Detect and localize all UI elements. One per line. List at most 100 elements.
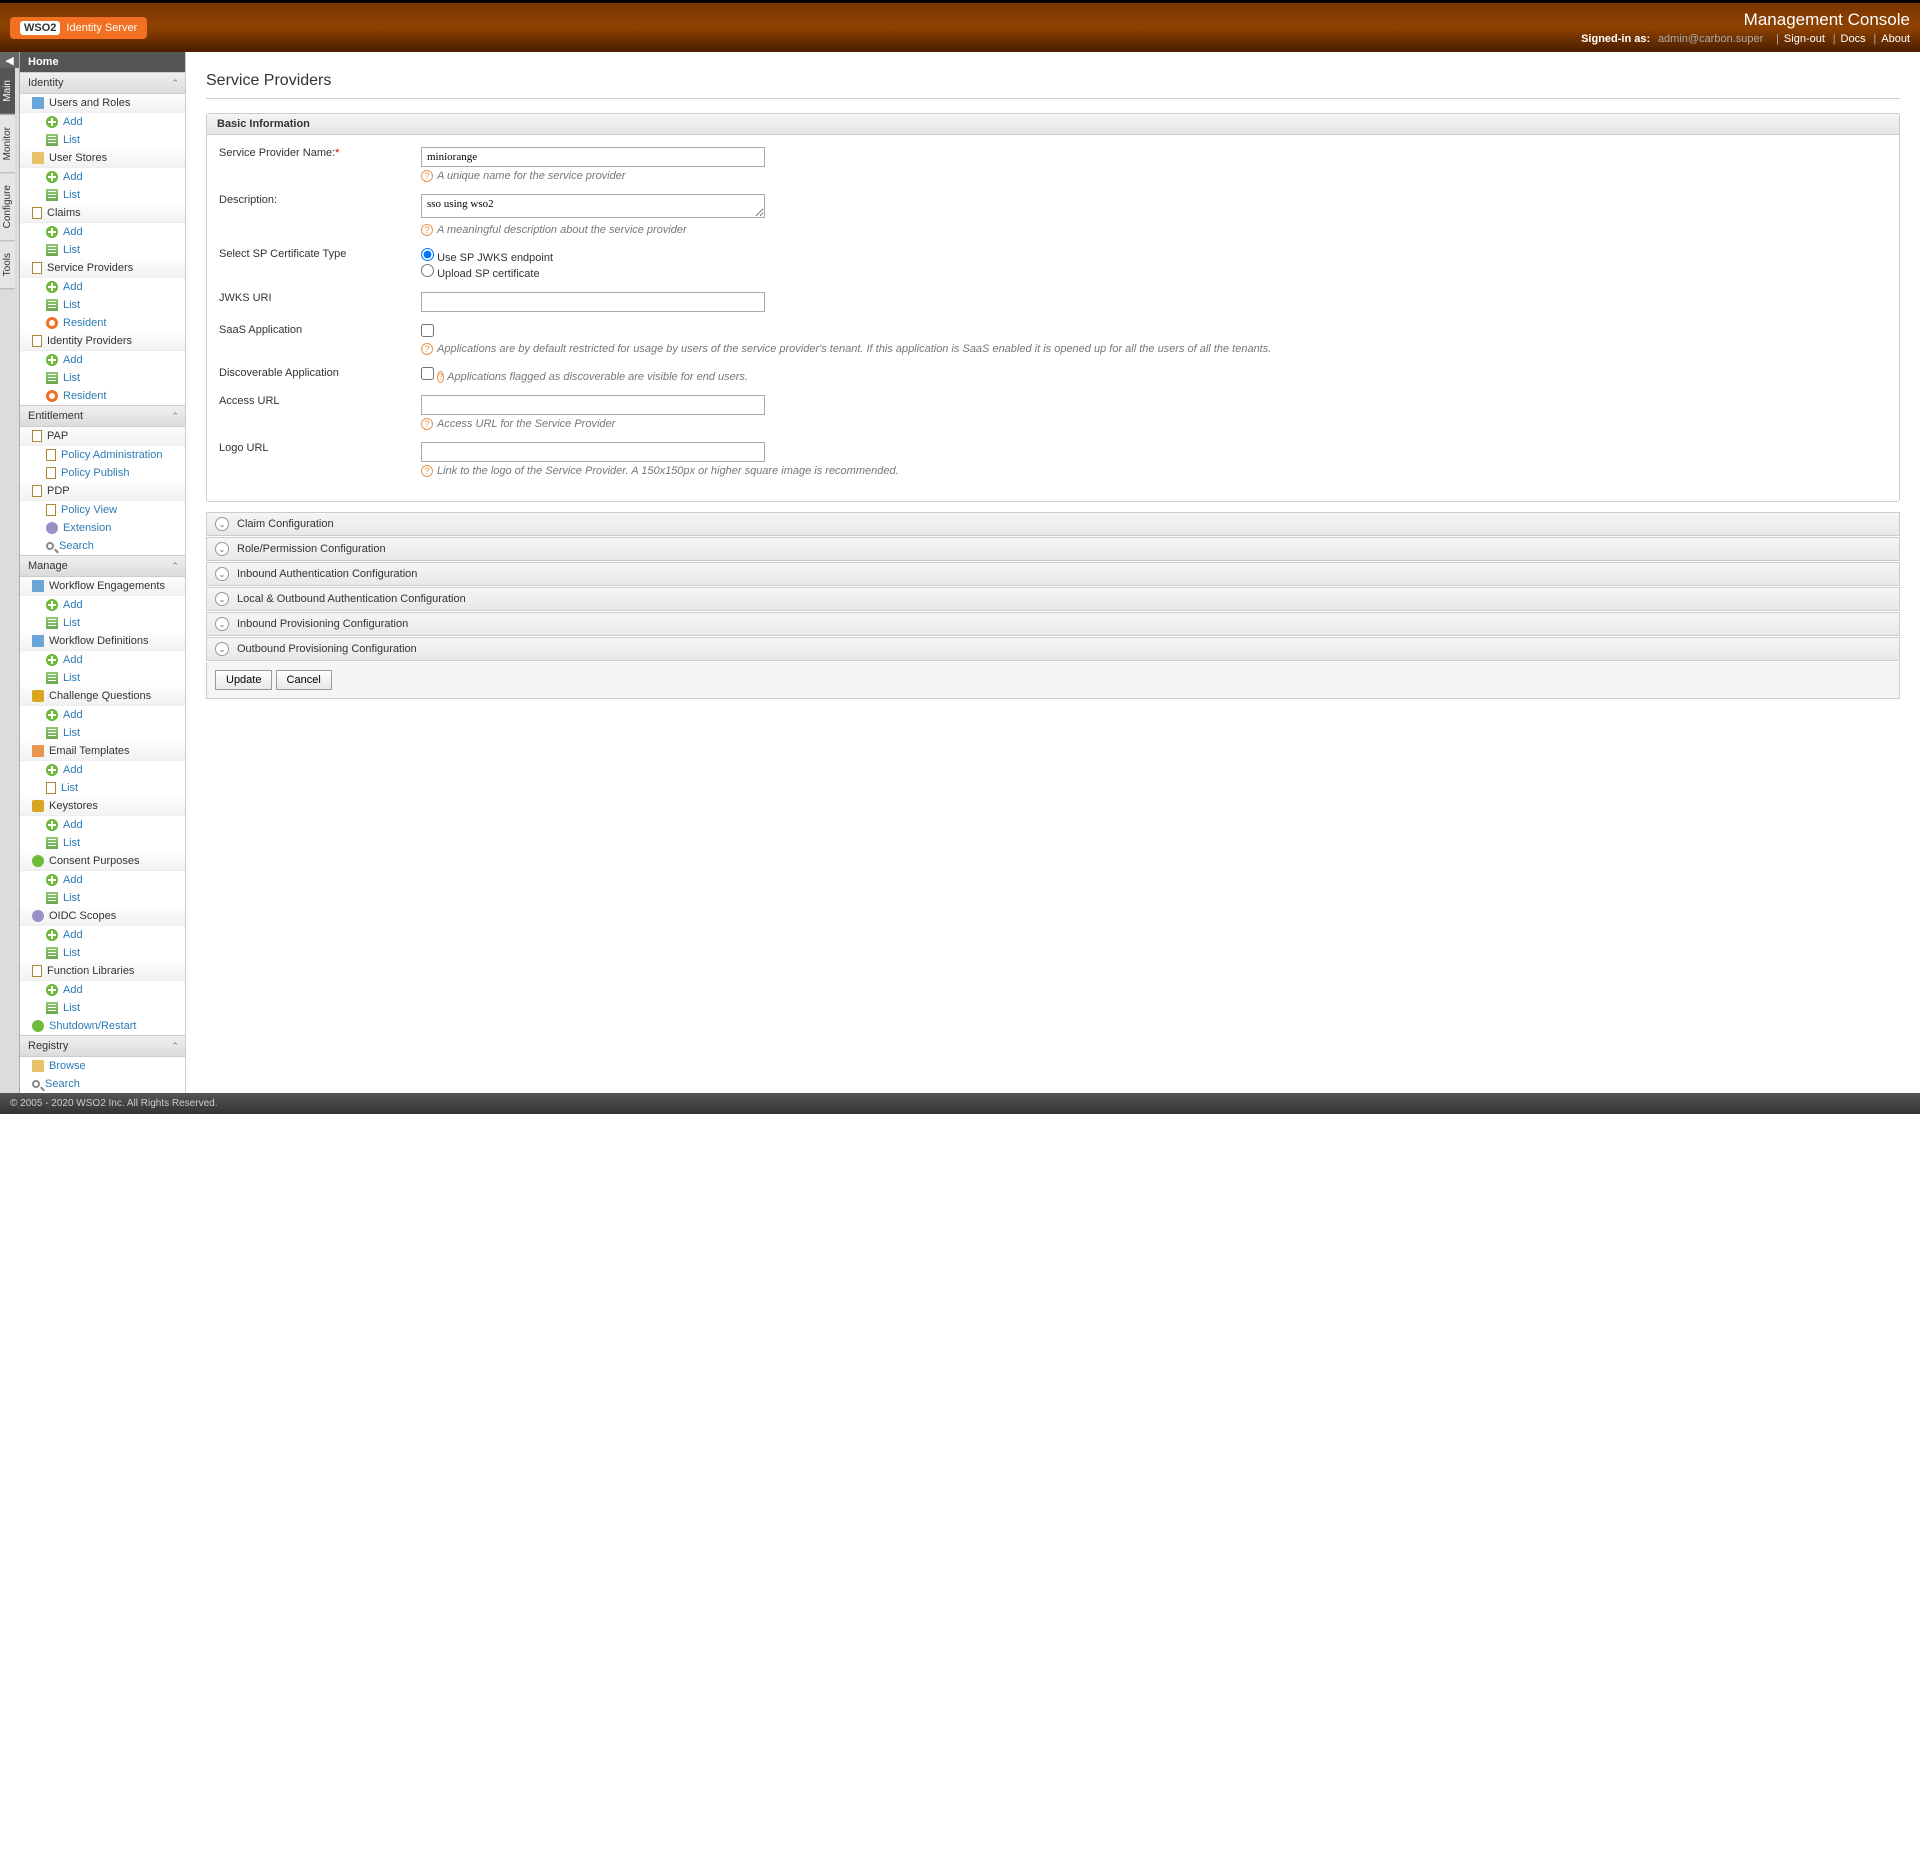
- vtab-monitor[interactable]: Monitor: [0, 115, 15, 173]
- nav-idp-list[interactable]: List: [20, 369, 185, 387]
- desc-input[interactable]: sso using wso2: [421, 194, 765, 218]
- nav-oidc-add[interactable]: Add: [20, 926, 185, 944]
- cert-upload-radio[interactable]: [421, 264, 434, 277]
- nav-chal-add[interactable]: Add: [20, 706, 185, 724]
- vtab-main[interactable]: Main: [0, 68, 15, 115]
- acc-label: Inbound Provisioning Configuration: [237, 618, 408, 630]
- nav-con-list[interactable]: List: [20, 889, 185, 907]
- cancel-button[interactable]: Cancel: [276, 670, 332, 690]
- nav-idp-add[interactable]: Add: [20, 351, 185, 369]
- workflow-icon: [32, 635, 44, 647]
- docs-link[interactable]: Docs: [1841, 33, 1866, 45]
- chevron-up-icon: ⌃: [171, 1041, 179, 1052]
- acc-inbound-prov[interactable]: ⌄Inbound Provisioning Configuration: [206, 612, 1900, 636]
- chevron-down-icon: ⌄: [215, 592, 229, 606]
- section-manage[interactable]: Manage⌃: [20, 555, 185, 577]
- sp-name-input[interactable]: [421, 147, 765, 167]
- cert-jwks-radio[interactable]: [421, 248, 434, 261]
- logo-url-input[interactable]: [421, 442, 765, 462]
- claims-icon: [32, 207, 42, 219]
- nav-identity-providers[interactable]: Identity Providers: [20, 332, 185, 351]
- list-icon: [46, 299, 58, 311]
- nav-wfe-list[interactable]: List: [20, 614, 185, 632]
- nav-stores-list[interactable]: List: [20, 186, 185, 204]
- acc-outbound-prov[interactable]: ⌄Outbound Provisioning Configuration: [206, 637, 1900, 661]
- acc-local-outbound[interactable]: ⌄Local & Outbound Authentication Configu…: [206, 587, 1900, 611]
- nav-browse[interactable]: Browse: [20, 1057, 185, 1075]
- workflow-icon: [32, 580, 44, 592]
- key-icon: [32, 800, 44, 812]
- nav-wfd-add[interactable]: Add: [20, 651, 185, 669]
- nav-ent-search[interactable]: Search: [20, 537, 185, 555]
- home-link[interactable]: Home: [20, 52, 185, 72]
- nav-keystores[interactable]: Keystores: [20, 797, 185, 816]
- section-entitlement[interactable]: Entitlement⌃: [20, 405, 185, 427]
- nav-pap[interactable]: PAP: [20, 427, 185, 446]
- footer: © 2005 - 2020 WSO2 Inc. All Rights Reser…: [0, 1093, 1920, 1114]
- saas-checkbox[interactable]: [421, 324, 434, 337]
- nav-workflow-def[interactable]: Workflow Definitions: [20, 632, 185, 651]
- nav-con-add[interactable]: Add: [20, 871, 185, 889]
- plus-icon: [46, 764, 58, 776]
- nav-wfd-list[interactable]: List: [20, 669, 185, 687]
- nav-oidc-list[interactable]: List: [20, 944, 185, 962]
- nav-claims-add[interactable]: Add: [20, 223, 185, 241]
- nav-ks-add[interactable]: Add: [20, 816, 185, 834]
- nav-sp-list[interactable]: List: [20, 296, 185, 314]
- nav-challenge[interactable]: Challenge Questions: [20, 687, 185, 706]
- nav-wfe-add[interactable]: Add: [20, 596, 185, 614]
- nav-users-list[interactable]: List: [20, 131, 185, 149]
- section-identity[interactable]: Identity⌃: [20, 72, 185, 94]
- list-icon: [46, 672, 58, 684]
- nav-extension[interactable]: Extension: [20, 519, 185, 537]
- plus-icon: [46, 874, 58, 886]
- cert-upload-label: Upload SP certificate: [437, 268, 540, 280]
- nav-pdp[interactable]: PDP: [20, 482, 185, 501]
- nav-service-providers[interactable]: Service Providers: [20, 259, 185, 278]
- vertical-tabs: ◀ Main Monitor Configure Tools: [0, 52, 20, 1093]
- signout-link[interactable]: Sign-out: [1784, 33, 1825, 45]
- vtab-tools[interactable]: Tools: [0, 241, 15, 289]
- acc-claim[interactable]: ⌄Claim Configuration: [206, 512, 1900, 536]
- jwks-input[interactable]: [421, 292, 765, 312]
- nav-email-add[interactable]: Add: [20, 761, 185, 779]
- nav-sp-resident[interactable]: Resident: [20, 314, 185, 332]
- nav-policy-publish[interactable]: Policy Publish: [20, 464, 185, 482]
- nav-oidc[interactable]: OIDC Scopes: [20, 907, 185, 926]
- nav-claims-list[interactable]: List: [20, 241, 185, 259]
- nav-workflow-eng[interactable]: Workflow Engagements: [20, 577, 185, 596]
- chevron-up-icon: ⌃: [171, 411, 179, 422]
- nav-sp-add[interactable]: Add: [20, 278, 185, 296]
- section-registry[interactable]: Registry⌃: [20, 1035, 185, 1057]
- nav-consent[interactable]: Consent Purposes: [20, 852, 185, 871]
- nav-user-stores[interactable]: User Stores: [20, 149, 185, 168]
- nav-policy-admin[interactable]: Policy Administration: [20, 446, 185, 464]
- nav-email[interactable]: Email Templates: [20, 742, 185, 761]
- update-button[interactable]: Update: [215, 670, 272, 690]
- acc-inbound-auth[interactable]: ⌄Inbound Authentication Configuration: [206, 562, 1900, 586]
- nav-reg-search[interactable]: Search: [20, 1075, 185, 1093]
- nav-fl-add[interactable]: Add: [20, 981, 185, 999]
- access-url-input[interactable]: [421, 395, 765, 415]
- access-url-help: Access URL for the Service Provider: [437, 418, 615, 430]
- nav-ks-list[interactable]: List: [20, 834, 185, 852]
- nav-shutdown[interactable]: Shutdown/Restart: [20, 1017, 185, 1035]
- about-link[interactable]: About: [1881, 33, 1910, 45]
- nav-policy-view[interactable]: Policy View: [20, 501, 185, 519]
- logo[interactable]: WSO2 Identity Server: [10, 17, 147, 39]
- logo-url-help: Link to the logo of the Service Provider…: [437, 465, 899, 477]
- disc-checkbox[interactable]: [421, 367, 434, 380]
- nav-claims[interactable]: Claims: [20, 204, 185, 223]
- vtab-configure[interactable]: Configure: [0, 173, 15, 241]
- nav-stores-add[interactable]: Add: [20, 168, 185, 186]
- nav-chal-list[interactable]: List: [20, 724, 185, 742]
- nav-idp-resident[interactable]: Resident: [20, 387, 185, 405]
- nav-func-lib[interactable]: Function Libraries: [20, 962, 185, 981]
- collapse-sidebar-icon[interactable]: ◀: [0, 52, 19, 68]
- nav-email-list[interactable]: List: [20, 779, 185, 797]
- help-icon: ?: [421, 224, 433, 236]
- nav-fl-list[interactable]: List: [20, 999, 185, 1017]
- nav-users-add[interactable]: Add: [20, 113, 185, 131]
- acc-role[interactable]: ⌄Role/Permission Configuration: [206, 537, 1900, 561]
- nav-users-roles[interactable]: Users and Roles: [20, 94, 185, 113]
